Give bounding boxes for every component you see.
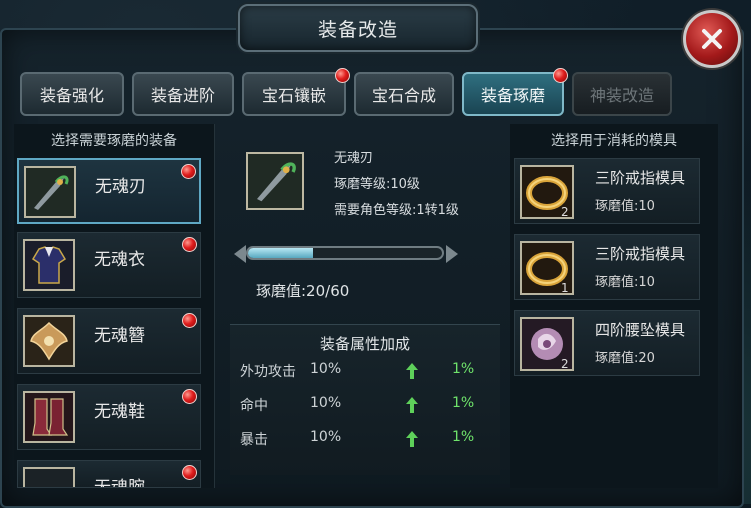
notification-dot bbox=[182, 237, 197, 252]
attribute-row: 暴击 10% 1% bbox=[230, 429, 500, 453]
progress-track bbox=[246, 246, 444, 260]
tab-equip-enhance[interactable]: 装备强化 bbox=[20, 72, 124, 116]
equipment-name: 无魂簪 bbox=[94, 326, 145, 346]
mold-name: 四阶腰坠模具 bbox=[595, 321, 686, 339]
bar-right-cap bbox=[446, 245, 458, 263]
attribute-name: 命中 bbox=[240, 398, 268, 414]
tab-label: 装备进阶 bbox=[150, 86, 215, 105]
hairpin-icon bbox=[23, 315, 75, 367]
polish-value-text: 琢磨值:20/60 bbox=[256, 282, 350, 300]
notification-dot bbox=[182, 313, 197, 328]
tab-gem-inlay[interactable]: 宝石镶嵌 bbox=[242, 68, 350, 116]
attribute-value: 10% bbox=[310, 429, 342, 445]
tab-equip-polish[interactable]: 装备琢磨 bbox=[462, 68, 568, 116]
equipment-item-blade[interactable]: 无魂刃 bbox=[17, 158, 201, 224]
tab-label: 装备琢磨 bbox=[480, 86, 545, 105]
tab-bar: 装备强化 装备进阶 宝石镶嵌 宝石合成 装备琢磨 神装改造 bbox=[20, 68, 672, 116]
attribute-bonus-title: 装备属性加成 bbox=[319, 335, 410, 353]
attribute-bonus: 1% bbox=[452, 395, 475, 411]
polish-level: 琢磨等级:10级 bbox=[334, 177, 420, 192]
mold-name: 三阶戒指模具 bbox=[595, 169, 686, 187]
polish-progress-bar bbox=[234, 242, 458, 266]
mold-count: 1 bbox=[561, 281, 569, 295]
up-arrow-icon bbox=[406, 397, 418, 413]
attribute-value: 10% bbox=[310, 361, 342, 377]
selected-equipment-icon bbox=[246, 152, 304, 210]
mold-count: 2 bbox=[561, 357, 569, 371]
mold-value: 琢磨值:20 bbox=[595, 351, 655, 366]
required-level: 需要角色等级:1转1级 bbox=[334, 203, 459, 218]
mold-item[interactable]: 四阶腰坠模具 琢磨值:20 2 bbox=[514, 310, 700, 376]
close-icon bbox=[702, 29, 722, 49]
attribute-name: 暴击 bbox=[240, 432, 268, 448]
bracer-icon bbox=[23, 467, 75, 487]
attribute-bonus: 1% bbox=[452, 361, 475, 377]
equipment-list-panel: 选择需要琢磨的装备 无魂刃 无魂衣 无魂簪 无魂鞋 无魂腕 bbox=[14, 124, 215, 488]
equipment-item-bracer[interactable]: 无魂腕 bbox=[17, 460, 201, 488]
attribute-value: 10% bbox=[310, 395, 342, 411]
equipment-name: 无魂刃 bbox=[95, 177, 146, 197]
armor-icon bbox=[23, 239, 75, 291]
mold-count: 2 bbox=[561, 205, 569, 219]
mold-name: 三阶戒指模具 bbox=[595, 245, 686, 263]
up-arrow-icon bbox=[406, 431, 418, 447]
equipment-item-hairpin[interactable]: 无魂簪 bbox=[17, 308, 201, 374]
sword-icon bbox=[24, 166, 76, 218]
tab-label: 宝石镶嵌 bbox=[261, 86, 326, 105]
mold-value: 琢磨值:10 bbox=[595, 275, 655, 290]
bar-left-cap bbox=[234, 245, 246, 263]
notification-dot bbox=[182, 389, 197, 404]
equipment-name: 无魂鞋 bbox=[94, 402, 145, 422]
boots-icon bbox=[23, 391, 75, 443]
equipment-name: 无魂腕 bbox=[94, 478, 145, 488]
mold-value: 琢磨值:10 bbox=[595, 199, 655, 214]
tab-divine-equip-reform[interactable]: 神装改造 bbox=[572, 72, 672, 116]
attribute-bonus: 1% bbox=[452, 429, 475, 445]
notification-dot bbox=[182, 465, 197, 480]
tab-gem-combine[interactable]: 宝石合成 bbox=[354, 72, 454, 116]
attribute-name: 外功攻击 bbox=[240, 364, 296, 380]
attribute-row: 外功攻击 10% 1% bbox=[230, 361, 500, 385]
tab-label: 装备强化 bbox=[39, 86, 104, 105]
equipment-item-boots[interactable]: 无魂鞋 bbox=[17, 384, 201, 450]
tab-label: 宝石合成 bbox=[371, 86, 436, 105]
up-arrow-icon bbox=[406, 363, 418, 379]
equipment-list-title: 选择需要琢磨的装备 bbox=[51, 133, 177, 149]
equipment-item-robe[interactable]: 无魂衣 bbox=[17, 232, 201, 298]
mold-item[interactable]: 三阶戒指模具 琢磨值:10 2 bbox=[514, 158, 700, 224]
notification-dot bbox=[553, 68, 568, 83]
mold-item[interactable]: 三阶戒指模具 琢磨值:10 1 bbox=[514, 234, 700, 300]
selected-equipment-info: 无魂刃 琢磨等级:10级 需要角色等级:1转1级 bbox=[334, 146, 459, 224]
attribute-bonus-box: 装备属性加成 外功攻击 10% 1% 命中 10% 1% 暴击 10% 1% bbox=[230, 324, 500, 475]
notification-dot bbox=[335, 68, 350, 83]
tab-equip-advance[interactable]: 装备进阶 bbox=[132, 72, 234, 116]
notification-dot bbox=[181, 164, 196, 179]
close-button[interactable] bbox=[683, 10, 741, 68]
equipment-name: 无魂衣 bbox=[94, 250, 145, 270]
progress-fill bbox=[248, 248, 313, 258]
polish-detail-panel: 无魂刃 琢磨等级:10级 需要角色等级:1转1级 琢磨值:20/60 装备属性加… bbox=[226, 124, 504, 488]
mold-list-panel: 选择用于消耗的模具 三阶戒指模具 琢磨值:10 2 三阶戒指模具 琢磨值:10 … bbox=[510, 124, 718, 488]
window-title: 装备改造 bbox=[238, 4, 478, 52]
attribute-row: 命中 10% 1% bbox=[230, 395, 500, 419]
mold-list-title: 选择用于消耗的模具 bbox=[551, 133, 677, 149]
tab-label: 神装改造 bbox=[589, 86, 654, 105]
selected-equipment-name: 无魂刃 bbox=[334, 151, 374, 166]
